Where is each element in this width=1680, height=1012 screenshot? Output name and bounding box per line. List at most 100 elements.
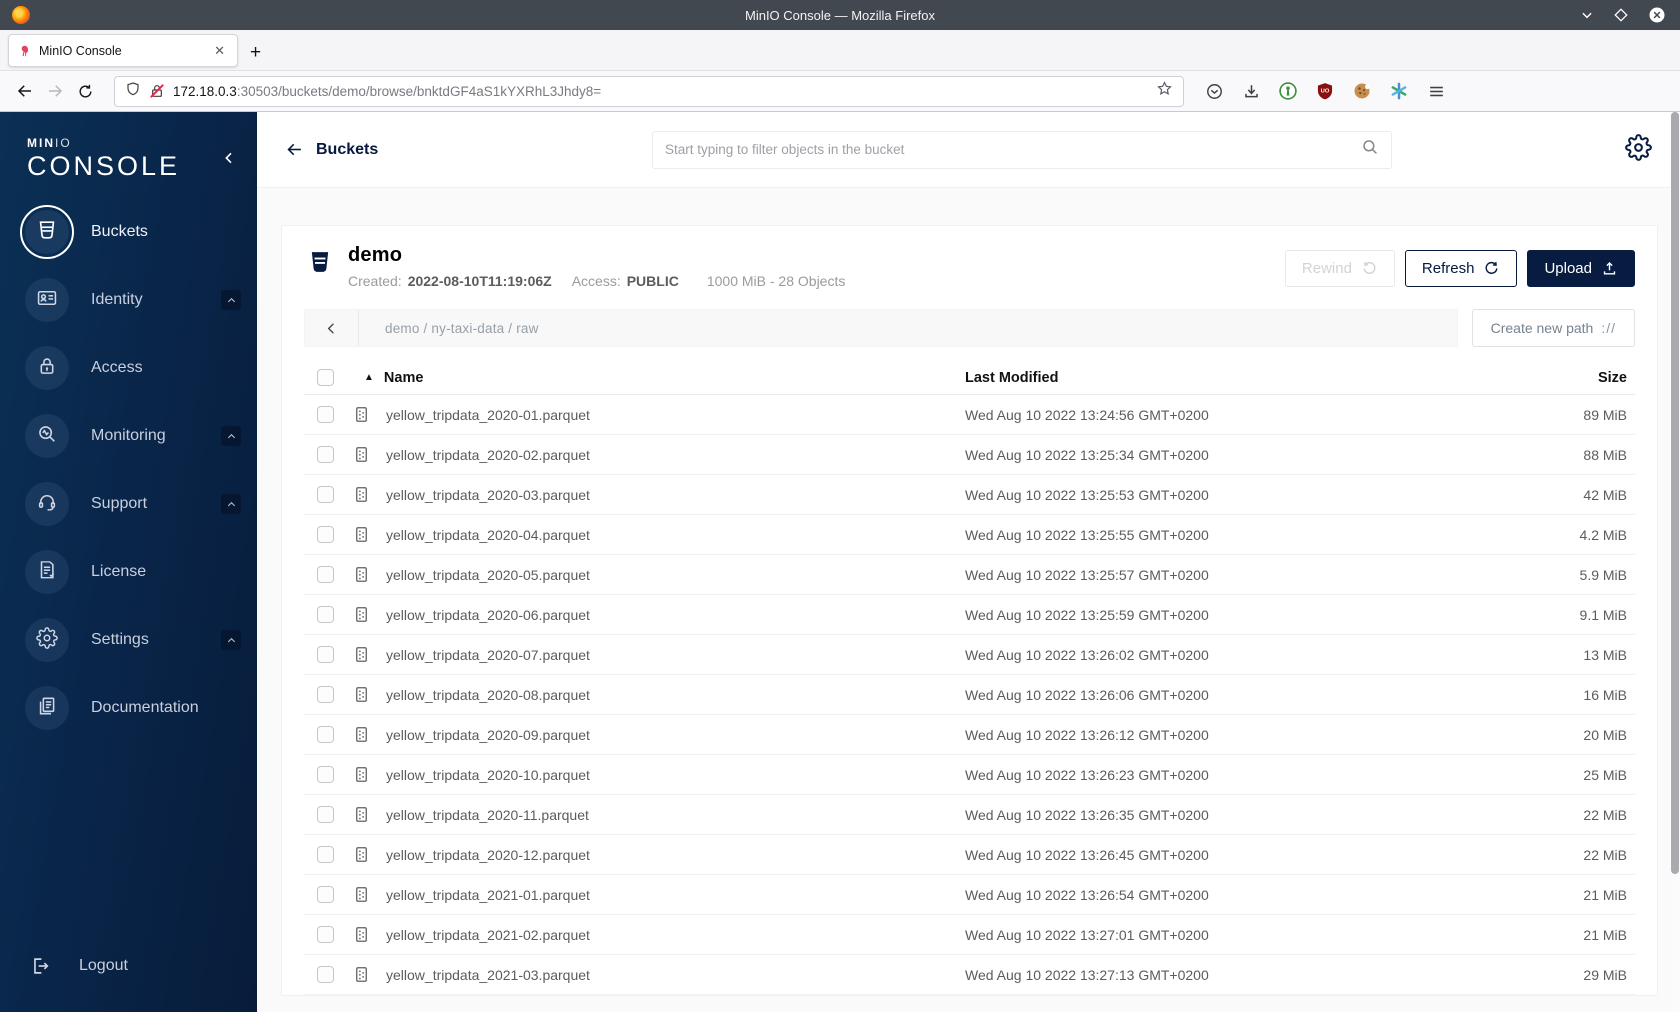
chevron-up-icon[interactable] <box>221 426 241 446</box>
window-close-icon[interactable] <box>1648 6 1666 24</box>
table-row[interactable]: yellow_tripdata_2020-10.parquet Wed Aug … <box>304 755 1635 795</box>
table-row[interactable]: yellow_tripdata_2020-12.parquet Wed Aug … <box>304 835 1635 875</box>
pocket-icon[interactable] <box>1202 79 1226 103</box>
table-row[interactable]: yellow_tripdata_2020-01.parquet Wed Aug … <box>304 395 1635 435</box>
scrollbar-thumb[interactable] <box>1671 112 1679 874</box>
sidebar-item-logout[interactable]: Logout <box>0 944 257 988</box>
ublock-shield-icon[interactable]: UO <box>1313 79 1337 103</box>
row-checkbox[interactable] <box>317 486 334 503</box>
asterisk-extension-icon[interactable] <box>1387 79 1411 103</box>
table-row[interactable]: yellow_tripdata_2020-04.parquet Wed Aug … <box>304 515 1635 555</box>
column-size[interactable]: Size <box>1525 370 1635 386</box>
object-name: yellow_tripdata_2020-09.parquet <box>386 726 590 743</box>
sidebar-item[interactable]: Documentation <box>0 674 257 742</box>
browser-reload-icon[interactable] <box>70 76 100 106</box>
parquet-file-icon <box>352 525 386 544</box>
sidebar-item[interactable]: License <box>0 538 257 606</box>
sidebar-item[interactable]: Identity <box>0 266 257 334</box>
browser-back-icon[interactable] <box>10 76 40 106</box>
row-checkbox[interactable] <box>317 846 334 863</box>
extension-green-icon[interactable] <box>1276 79 1300 103</box>
tab-close-icon[interactable]: ✕ <box>210 41 229 61</box>
page-scrollbar[interactable] <box>1670 112 1680 1012</box>
object-name: yellow_tripdata_2020-01.parquet <box>386 406 590 423</box>
sidebar-item[interactable]: Support <box>0 470 257 538</box>
object-size: 4.2 MiB <box>1579 526 1627 543</box>
download-icon[interactable] <box>1239 79 1263 103</box>
back-to-buckets[interactable]: Buckets <box>285 140 378 159</box>
chevron-up-icon[interactable] <box>221 290 241 310</box>
table-row[interactable]: yellow_tripdata_2021-01.parquet Wed Aug … <box>304 875 1635 915</box>
row-checkbox[interactable] <box>317 446 334 463</box>
url-bar[interactable]: 172.18.0.3:30503/buckets/demo/browse/bnk… <box>114 75 1184 107</box>
table-row[interactable]: yellow_tripdata_2020-05.parquet Wed Aug … <box>304 555 1635 595</box>
row-checkbox[interactable] <box>317 806 334 823</box>
sidebar-item[interactable]: Monitoring <box>0 402 257 470</box>
table-row[interactable]: yellow_tripdata_2020-08.parquet Wed Aug … <box>304 675 1635 715</box>
tracking-shield-icon[interactable] <box>125 81 141 102</box>
parquet-file-icon <box>352 925 386 944</box>
settings-gear-icon[interactable] <box>1625 133 1652 166</box>
table-row[interactable]: yellow_tripdata_2020-02.parquet Wed Aug … <box>304 435 1635 475</box>
object-modified: Wed Aug 10 2022 13:24:56 GMT+0200 <box>965 406 1209 423</box>
sidebar-item[interactable]: Settings <box>0 606 257 674</box>
object-size: 88 MiB <box>1583 446 1627 463</box>
row-checkbox[interactable] <box>317 966 334 983</box>
tab-minio-console[interactable]: MinIO Console ✕ <box>8 34 238 67</box>
object-modified: Wed Aug 10 2022 13:26:12 GMT+0200 <box>965 726 1209 743</box>
column-name[interactable]: Name <box>384 370 424 386</box>
new-tab-button[interactable]: + <box>238 42 273 70</box>
current-path[interactable]: demo / ny-taxi-data / raw <box>359 321 539 336</box>
window-maximize-icon[interactable] <box>1614 8 1628 22</box>
row-checkbox[interactable] <box>317 406 334 423</box>
url-path: :30503/buckets/demo/browse/bnktdGF4aS1kY… <box>236 83 602 99</box>
table-row[interactable]: yellow_tripdata_2021-02.parquet Wed Aug … <box>304 915 1635 955</box>
window-minimize-icon[interactable] <box>1580 8 1594 22</box>
parquet-file-icon <box>352 965 386 984</box>
sidebar-item-label: Access <box>91 359 143 376</box>
browser-toolbar: 172.18.0.3:30503/buckets/demo/browse/bnk… <box>0 70 1680 112</box>
sidebar-collapse-icon[interactable] <box>221 150 237 171</box>
support-icon <box>36 491 58 518</box>
identity-icon <box>36 287 58 314</box>
object-size: 42 MiB <box>1583 486 1627 503</box>
table-row[interactable]: yellow_tripdata_2020-03.parquet Wed Aug … <box>304 475 1635 515</box>
menu-hamburger-icon[interactable] <box>1424 79 1448 103</box>
row-checkbox[interactable] <box>317 646 334 663</box>
search-input[interactable] <box>665 142 1361 157</box>
row-checkbox[interactable] <box>317 686 334 703</box>
refresh-button[interactable]: Refresh <box>1404 250 1518 287</box>
row-checkbox[interactable] <box>317 726 334 743</box>
rewind-icon <box>1363 261 1376 274</box>
table-row[interactable]: yellow_tripdata_2020-06.parquet Wed Aug … <box>304 595 1635 635</box>
row-checkbox[interactable] <box>317 926 334 943</box>
column-last-modified[interactable]: Last Modified <box>965 370 1525 386</box>
chevron-up-icon[interactable] <box>221 630 241 650</box>
row-checkbox[interactable] <box>317 566 334 583</box>
table-row[interactable]: yellow_tripdata_2020-09.parquet Wed Aug … <box>304 715 1635 755</box>
lock-insecure-icon[interactable] <box>149 83 165 99</box>
path-back-chevron-icon[interactable] <box>305 310 359 346</box>
sidebar-item[interactable]: Access <box>0 334 257 402</box>
filter-objects-searchbox[interactable] <box>652 130 1392 169</box>
parquet-file-icon <box>352 725 386 744</box>
sidebar-item[interactable]: Buckets <box>0 198 257 266</box>
select-all-checkbox[interactable] <box>317 369 334 386</box>
row-checkbox[interactable] <box>317 766 334 783</box>
row-checkbox[interactable] <box>317 886 334 903</box>
sort-asc-icon[interactable]: ▲ <box>364 372 374 383</box>
table-row[interactable]: yellow_tripdata_2021-03.parquet Wed Aug … <box>304 955 1635 995</box>
chevron-up-icon[interactable] <box>221 494 241 514</box>
sidebar-item-label: Settings <box>91 631 149 648</box>
bookmark-star-icon[interactable] <box>1156 80 1173 102</box>
parquet-file-icon <box>352 765 386 784</box>
upload-button[interactable]: Upload <box>1527 250 1635 287</box>
row-checkbox[interactable] <box>317 606 334 623</box>
row-checkbox[interactable] <box>317 526 334 543</box>
table-row[interactable]: yellow_tripdata_2020-11.parquet Wed Aug … <box>304 795 1635 835</box>
table-row[interactable]: yellow_tripdata_2020-07.parquet Wed Aug … <box>304 635 1635 675</box>
browser-forward-icon[interactable] <box>40 76 70 106</box>
cookie-icon[interactable] <box>1350 79 1374 103</box>
rewind-button[interactable]: Rewind <box>1284 250 1395 287</box>
create-new-path-button[interactable]: Create new path :// <box>1471 309 1635 347</box>
